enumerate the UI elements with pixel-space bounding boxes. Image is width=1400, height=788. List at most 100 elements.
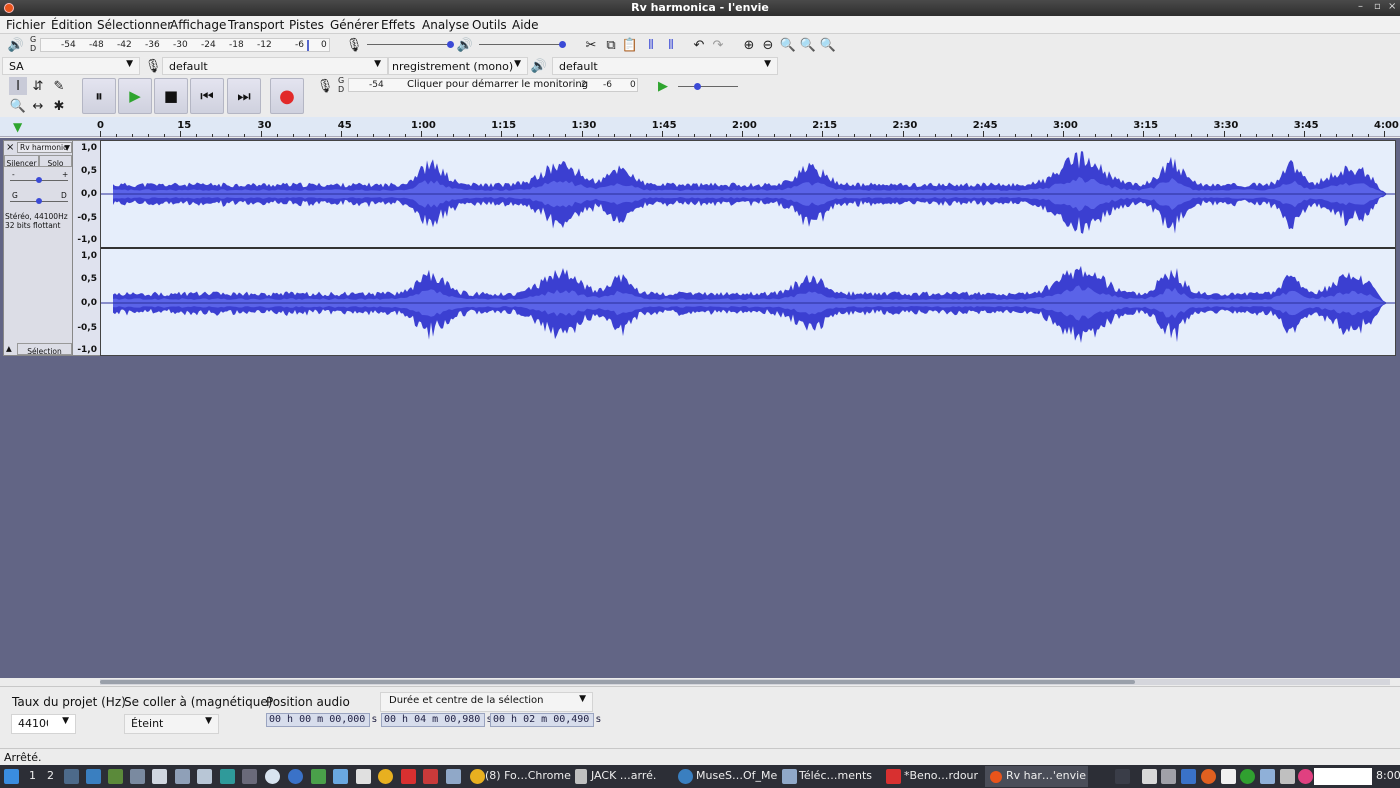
- musescore-launcher-icon[interactable]: [86, 769, 101, 784]
- recording-volume-slider[interactable]: [365, 40, 455, 50]
- task-downloads[interactable]: Téléc…ments: [799, 769, 872, 782]
- folder-launcher-icon[interactable]: [446, 769, 461, 784]
- menu-edition[interactable]: Édition: [51, 18, 93, 32]
- copy-icon[interactable]: ⧉: [602, 36, 620, 54]
- audio-host-select[interactable]: SA ▼: [2, 57, 140, 75]
- redo-icon[interactable]: ↷: [709, 36, 727, 54]
- skip-end-button[interactable]: ⏭: [227, 78, 261, 114]
- files-launcher-icon[interactable]: [152, 769, 167, 784]
- menu-affichage[interactable]: Affichage: [170, 18, 226, 32]
- play-speed-slider[interactable]: [676, 78, 740, 92]
- editor-launcher-icon[interactable]: [333, 769, 348, 784]
- workspace-1[interactable]: 1: [29, 769, 36, 782]
- amplitude-scale[interactable]: 1,0 0,5 0,0 -0,5 -1,0 1,0 0,5 0,0 -0,5 -…: [73, 140, 100, 356]
- task-musescore[interactable]: MuseS…Of_Me: [696, 769, 777, 782]
- zoom-toggle-icon[interactable]: 🔍: [819, 36, 837, 54]
- menu-selectionner[interactable]: Sélectionner: [97, 18, 172, 32]
- selection-mode-select[interactable]: Durée et centre de la sélection ▼: [380, 692, 593, 712]
- solo-button[interactable]: Solo: [39, 155, 72, 168]
- clipboard-tray-icon[interactable]: [1142, 769, 1157, 784]
- playback-volume-slider[interactable]: [477, 40, 567, 50]
- track-name-menu[interactable]: Rv harmonic ▼: [17, 142, 72, 153]
- selection-duration-field[interactable]: 00 h 04 m 00,980 s: [381, 713, 492, 727]
- snap-select[interactable]: Éteint ▼: [124, 714, 219, 734]
- mixer-launcher-icon[interactable]: [130, 769, 145, 784]
- selection-center-field[interactable]: 00 h 02 m 00,490 s: [490, 713, 601, 727]
- gain-slider[interactable]: [10, 177, 68, 185]
- update-tray-icon[interactable]: [1240, 769, 1255, 784]
- menu-effets[interactable]: Effets: [381, 18, 415, 32]
- skip-start-button[interactable]: ⏮: [190, 78, 224, 114]
- workspace-2[interactable]: 2: [47, 769, 54, 782]
- project-rate-select[interactable]: 44100▼: [11, 714, 76, 734]
- timeline-ruler[interactable]: ▼ 0 15 30 45 1:00 1:15 1:30 1:45 2:00 2:15 2:30 2:4…: [0, 117, 1400, 137]
- recording-device-select[interactable]: default ▼: [162, 57, 388, 75]
- start-menu-icon[interactable]: [4, 769, 19, 784]
- volume-tray-icon[interactable]: [1115, 769, 1130, 784]
- pan-slider[interactable]: [10, 198, 68, 206]
- maximize-icon[interactable]: ▫: [1374, 1, 1381, 12]
- record-meter[interactable]: -54 Cliquer pour démarrer le monitoring …: [348, 78, 638, 92]
- gear-tray-icon[interactable]: [1181, 769, 1196, 784]
- paste-icon[interactable]: 📋: [621, 36, 639, 54]
- multi-tool-icon[interactable]: ✱: [50, 97, 68, 115]
- speaker-tray-icon[interactable]: [1161, 769, 1176, 784]
- image-launcher-icon[interactable]: [311, 769, 326, 784]
- show-desktop-icon[interactable]: [64, 769, 79, 784]
- play-at-speed-icon[interactable]: ▶: [654, 77, 672, 95]
- stop-button[interactable]: ■: [154, 78, 188, 114]
- selection-tool-icon[interactable]: I: [9, 77, 27, 95]
- notes-launcher-icon[interactable]: [197, 769, 212, 784]
- zoom-in-icon[interactable]: ⊕: [740, 36, 758, 54]
- envelope-tool-icon[interactable]: ⇵: [29, 77, 47, 95]
- menu-outils[interactable]: Outils: [472, 18, 507, 32]
- select-track-button[interactable]: Sélection: [17, 343, 72, 356]
- clock[interactable]: 8:00: [1376, 769, 1400, 782]
- ardour-launcher-icon[interactable]: [401, 769, 416, 784]
- task-audacity-active[interactable]: Rv har…'envie: [985, 766, 1088, 787]
- fit-selection-icon[interactable]: 🔍: [779, 36, 797, 54]
- close-track-icon[interactable]: ×: [6, 142, 14, 153]
- files-tray-icon[interactable]: [1260, 769, 1275, 784]
- browser-launcher-icon[interactable]: [265, 769, 280, 784]
- terminal-launcher-icon[interactable]: [108, 769, 123, 784]
- silence-audio-icon[interactable]: ⦀: [662, 36, 680, 54]
- color-tray-icon[interactable]: [1298, 769, 1313, 784]
- playback-device-select[interactable]: default ▼: [552, 57, 778, 75]
- hydrogen-launcher-icon[interactable]: [423, 769, 438, 784]
- scrollbar-thumb[interactable]: [100, 680, 1135, 684]
- task-jack[interactable]: JACK …arré.: [591, 769, 656, 782]
- pause-button[interactable]: ⏸: [82, 78, 116, 114]
- calculator-launcher-icon[interactable]: [175, 769, 190, 784]
- menu-transport[interactable]: Transport: [228, 18, 284, 32]
- mute-button[interactable]: Silencer: [4, 155, 39, 168]
- task-chrome[interactable]: (8) Fo…Chrome: [485, 769, 571, 782]
- waveform-display[interactable]: [100, 140, 1396, 356]
- notes-tray-icon[interactable]: [1221, 769, 1236, 784]
- play-head-icon[interactable]: ▼: [13, 120, 22, 134]
- horizontal-scrollbar[interactable]: [100, 679, 1390, 685]
- recording-channels-select[interactable]: nregistrement (mono) ▼: [388, 57, 528, 75]
- zoom-tool-icon[interactable]: 🔍: [9, 97, 27, 115]
- cut-icon[interactable]: ✂: [582, 36, 600, 54]
- undo-icon[interactable]: ↶: [690, 36, 708, 54]
- collapse-track-icon[interactable]: ▲: [6, 344, 12, 353]
- playback-meter[interactable]: -54 -48 -42 -36 -30 -24 -18 -12 -6 0: [40, 38, 330, 52]
- settings-launcher-icon[interactable]: [242, 769, 257, 784]
- time-shift-tool-icon[interactable]: ↔: [29, 97, 47, 115]
- keyboard-tray-icon[interactable]: [1280, 769, 1295, 784]
- draw-tool-icon[interactable]: ✎: [50, 77, 68, 95]
- chrome-launcher-icon[interactable]: [378, 769, 393, 784]
- network-launcher-icon[interactable]: [288, 769, 303, 784]
- menu-fichier[interactable]: Fichier: [6, 18, 45, 32]
- close-icon[interactable]: ×: [1388, 1, 1396, 12]
- monitor-launcher-icon[interactable]: [356, 769, 371, 784]
- minimize-icon[interactable]: –: [1358, 1, 1363, 12]
- zoom-out-icon[interactable]: ⊖: [759, 36, 777, 54]
- fit-project-icon[interactable]: 🔍: [799, 36, 817, 54]
- app-launcher-icon[interactable]: [220, 769, 235, 784]
- audio-position-field[interactable]: 00 h 00 m 00,000 s: [266, 713, 377, 727]
- menu-generer[interactable]: Générer: [330, 18, 379, 32]
- microphone-icon[interactable]: 🎙: [316, 77, 334, 95]
- menu-aide[interactable]: Aide: [512, 18, 539, 32]
